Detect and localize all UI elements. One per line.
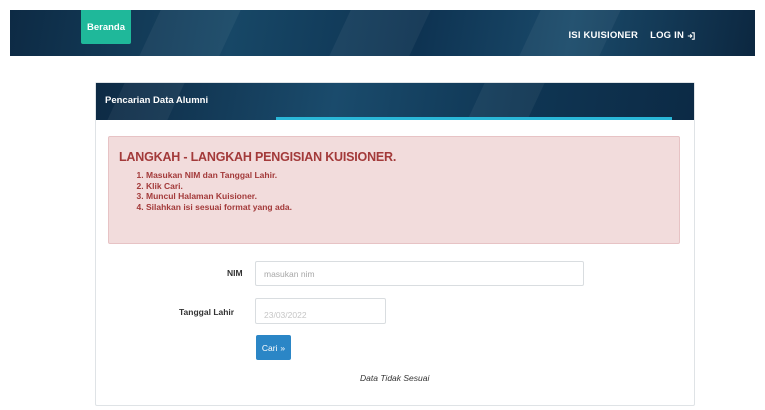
search-panel: Pencarian Data Alumni LANGKAH - LANGKAH … bbox=[95, 82, 695, 406]
nav-login-link[interactable]: LOG IN bbox=[650, 30, 695, 41]
login-icon bbox=[687, 31, 695, 40]
nav-isi-kuisioner-link[interactable]: ISI KUISIONER bbox=[568, 30, 638, 41]
list-item: Klik Cari. bbox=[146, 181, 669, 192]
search-button[interactable]: Cari » bbox=[256, 335, 291, 360]
nav-login-label: LOG IN bbox=[650, 30, 684, 41]
panel-title: Pencarian Data Alumni bbox=[105, 95, 209, 106]
top-navbar: Beranda ISI KUISIONER LOG IN bbox=[10, 10, 755, 56]
instructions-list: Masukan NIM dan Tanggal Lahir. Klik Cari… bbox=[119, 170, 669, 212]
nav-links: ISI KUISIONER LOG IN bbox=[568, 30, 695, 41]
status-message: Data Tidak Sesuai bbox=[360, 373, 430, 383]
brand-home-link[interactable]: Beranda bbox=[81, 10, 131, 44]
alert-title: LANGKAH - LANGKAH PENGISIAN KUISIONER. bbox=[119, 150, 397, 164]
instructions-alert: LANGKAH - LANGKAH PENGISIAN KUISIONER. M… bbox=[108, 136, 680, 244]
double-chevron-right-icon: » bbox=[280, 342, 286, 353]
dob-input[interactable] bbox=[255, 298, 386, 324]
search-button-label: Cari bbox=[261, 342, 278, 353]
dob-label: Tanggal Lahir bbox=[179, 307, 235, 317]
list-item: Masukan NIM dan Tanggal Lahir. bbox=[146, 170, 669, 181]
list-item: Muncul Halaman Kuisioner. bbox=[146, 191, 669, 202]
nim-input[interactable] bbox=[255, 261, 584, 286]
nim-label: NIM bbox=[227, 268, 243, 278]
list-item: Silahkan isi sesuai format yang ada. bbox=[146, 202, 669, 213]
panel-header: Pencarian Data Alumni bbox=[96, 83, 694, 120]
panel-header-accent bbox=[276, 117, 672, 120]
